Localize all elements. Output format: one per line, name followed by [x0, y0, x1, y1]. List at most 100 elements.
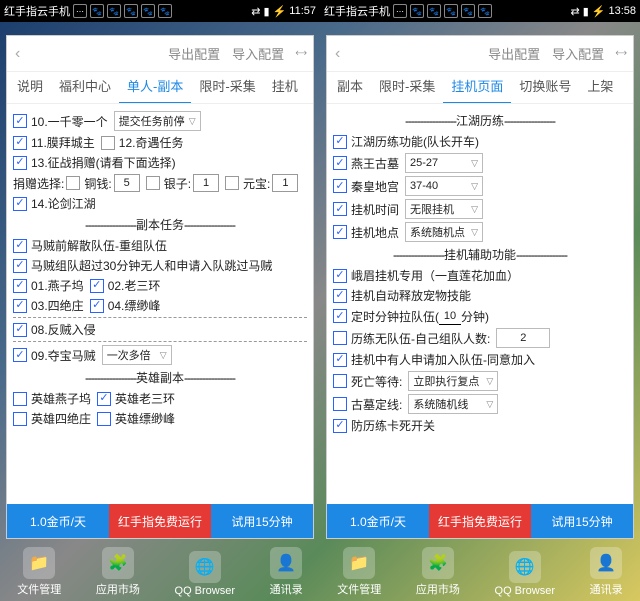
- copper-input[interactable]: 5: [114, 174, 140, 192]
- checkbox[interactable]: ✓: [13, 239, 27, 253]
- select-10[interactable]: 提交任务前停▽: [114, 111, 201, 131]
- checkbox[interactable]: ✓: [333, 374, 347, 388]
- dock-contacts[interactable]: 👤通讯录: [270, 547, 303, 597]
- checkbox[interactable]: ✓: [333, 225, 347, 239]
- select-a7[interactable]: 系统随机线▽: [408, 394, 498, 414]
- checkbox[interactable]: ✓: [333, 202, 347, 216]
- checkbox[interactable]: ✓: [333, 353, 347, 367]
- checkbox[interactable]: ✓: [13, 259, 27, 273]
- dock-files[interactable]: 📁文件管理: [17, 547, 61, 597]
- tab-welfare[interactable]: 福利中心: [51, 72, 119, 104]
- select-a6[interactable]: 立即执行复点▽: [408, 371, 498, 391]
- import-config[interactable]: 导入配置: [232, 44, 284, 63]
- signal-icon: ▮: [583, 5, 589, 18]
- minimize-icon[interactable]: ⤢: [293, 46, 308, 61]
- checkbox[interactable]: ✓: [13, 412, 27, 426]
- checkbox[interactable]: [225, 176, 239, 190]
- dock-market[interactable]: 🧩应用市场: [96, 547, 140, 597]
- checkbox[interactable]: ✓: [13, 136, 27, 150]
- free-run-button[interactable]: 红手指免费运行: [429, 504, 531, 538]
- checkbox[interactable]: ✓: [13, 323, 27, 337]
- opt-13: 13.征战捐赠(请看下面选择): [31, 154, 176, 171]
- gold-input[interactable]: 1: [272, 174, 298, 192]
- export-config[interactable]: 导出配置: [168, 44, 220, 63]
- hero-1a: 英雄燕子坞: [31, 390, 91, 407]
- opt-11: 11.膜拜城主: [31, 134, 95, 151]
- a1: 峨眉挂机专用（一直莲花加血）: [351, 267, 519, 284]
- export-config[interactable]: 导出配置: [488, 44, 540, 63]
- tab-hang[interactable]: 挂机: [264, 72, 306, 104]
- price-button[interactable]: 1.0金币/天: [327, 504, 429, 538]
- import-config[interactable]: 导入配置: [552, 44, 604, 63]
- checkbox[interactable]: ✓: [13, 299, 27, 313]
- divider-hero: 英雄副本: [13, 369, 307, 386]
- tab-list[interactable]: 上架: [579, 72, 621, 104]
- trial-button[interactable]: 试用15分钟: [531, 504, 633, 538]
- minimize-icon[interactable]: ⤢: [613, 46, 628, 61]
- sub-6: 09.夺宝马贼: [31, 347, 96, 364]
- checkbox[interactable]: ✓: [333, 179, 347, 193]
- dock-contacts[interactable]: 👤通讯录: [590, 547, 623, 597]
- checkbox[interactable]: ✓: [13, 348, 27, 362]
- select-r2[interactable]: 25-27▽: [405, 153, 483, 173]
- checkbox[interactable]: ✓: [101, 136, 115, 150]
- dashed-divider: [13, 317, 307, 318]
- tab-solo[interactable]: 单人-副本: [119, 72, 191, 104]
- checkbox[interactable]: ✓: [333, 156, 347, 170]
- folder-icon: 📁: [343, 547, 375, 579]
- checkbox[interactable]: ✓: [13, 279, 27, 293]
- checkbox[interactable]: ✓: [13, 156, 27, 170]
- select-r3[interactable]: 37-40▽: [405, 176, 483, 196]
- paw-icon: 🐾: [90, 4, 104, 18]
- dock-browser[interactable]: 🌐QQ Browser: [175, 551, 236, 597]
- tabs: 副本 限时-采集 挂机页面 切换账号 上架: [327, 72, 633, 104]
- checkbox[interactable]: ✓: [333, 309, 347, 323]
- checkbox[interactable]: ✓: [13, 197, 27, 211]
- dock: 📁文件管理 🧩应用市场 🌐QQ Browser 👤通讯录: [0, 546, 320, 601]
- checkbox[interactable]: ✓: [333, 289, 347, 303]
- tab-switch[interactable]: 切换账号: [511, 72, 579, 104]
- tab-timed[interactable]: 限时-采集: [191, 72, 263, 104]
- divider-sub: 副本任务: [13, 216, 307, 233]
- checkbox[interactable]: ✓: [333, 135, 347, 149]
- tab-hang[interactable]: 挂机页面: [443, 72, 511, 104]
- dock-files[interactable]: 📁文件管理: [337, 547, 381, 597]
- select-r5[interactable]: 系统随机点▽: [405, 222, 483, 242]
- a4-input[interactable]: 2: [496, 328, 550, 348]
- checkbox[interactable]: ✓: [97, 412, 111, 426]
- checkbox[interactable]: ✓: [333, 269, 347, 283]
- battery-icon: ⚡: [592, 5, 606, 18]
- opt-14: 14.论剑江湖: [31, 195, 96, 212]
- checkbox[interactable]: [66, 176, 80, 190]
- free-run-button[interactable]: 红手指免费运行: [109, 504, 211, 538]
- r3: 秦皇地宫: [351, 178, 399, 195]
- dock-market[interactable]: 🧩应用市场: [416, 547, 460, 597]
- checkbox[interactable]: ✓: [333, 419, 347, 433]
- checkbox[interactable]: ✓: [13, 392, 27, 406]
- checkbox[interactable]: ✓: [90, 279, 104, 293]
- price-button[interactable]: 1.0金币/天: [7, 504, 109, 538]
- dock-browser[interactable]: 🌐QQ Browser: [495, 551, 556, 597]
- a8: 防历练卡死开关: [351, 417, 435, 434]
- back-icon[interactable]: ‹: [335, 45, 340, 63]
- market-icon: 🧩: [102, 547, 134, 579]
- select-6[interactable]: 一次多倍▽: [102, 345, 172, 365]
- r4: 挂机时间: [351, 201, 399, 218]
- paw-icon: 🐾: [427, 4, 441, 18]
- browser-icon: 🌐: [189, 551, 221, 583]
- checkbox[interactable]: ✓: [333, 397, 347, 411]
- checkbox[interactable]: [146, 176, 160, 190]
- tab-timed[interactable]: 限时-采集: [371, 72, 443, 104]
- silver-input[interactable]: 1: [193, 174, 219, 192]
- back-icon[interactable]: ‹: [15, 45, 20, 63]
- divider-jh: 江湖历练: [333, 112, 627, 129]
- a3-input[interactable]: 10: [439, 307, 461, 325]
- tab-sub[interactable]: 副本: [329, 72, 371, 104]
- tab-desc[interactable]: 说明: [9, 72, 51, 104]
- checkbox[interactable]: ✓: [90, 299, 104, 313]
- checkbox[interactable]: ✓: [333, 331, 347, 345]
- trial-button[interactable]: 试用15分钟: [211, 504, 313, 538]
- checkbox[interactable]: ✓: [13, 114, 27, 128]
- checkbox[interactable]: ✓: [97, 392, 111, 406]
- select-r4[interactable]: 无限挂机▽: [405, 199, 483, 219]
